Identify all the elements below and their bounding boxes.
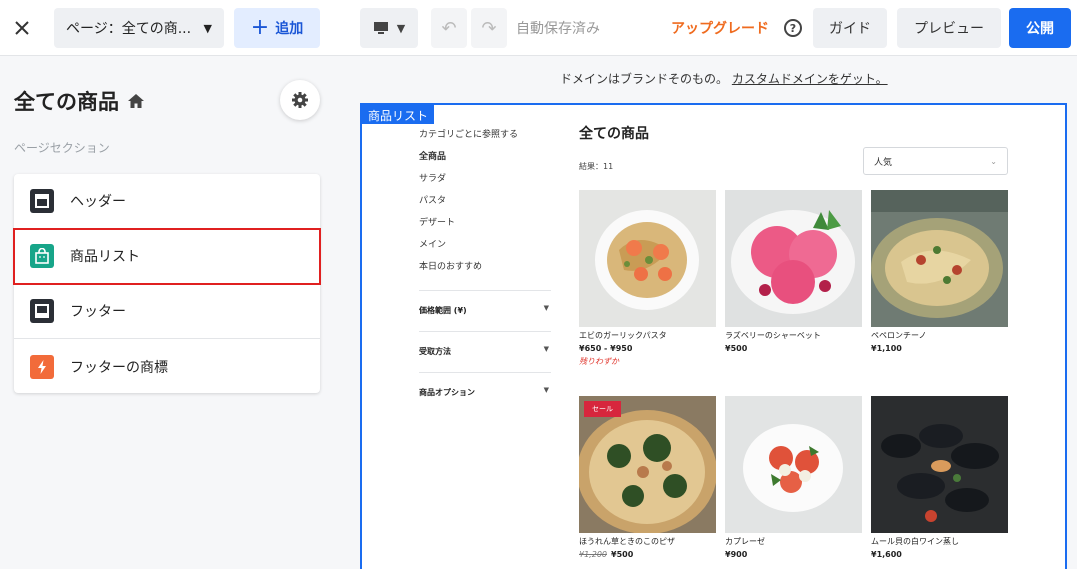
footer-icon — [30, 299, 54, 323]
help-button[interactable]: ? — [780, 8, 806, 48]
section-tag: 商品リスト — [362, 105, 435, 124]
lightning-icon — [30, 354, 54, 379]
section-item-label: フッター — [70, 304, 126, 320]
category-heading: カテゴリごとに参照する — [419, 130, 519, 140]
domain-note-text: ドメインはブランドそのもの。 — [560, 72, 729, 86]
product-image[interactable] — [871, 190, 1008, 327]
header-icon — [30, 189, 54, 213]
product-price: ¥900 — [725, 550, 748, 559]
caret-down-icon: ▼ — [203, 21, 212, 35]
caret-down-icon: ▼ — [543, 386, 549, 394]
home-icon — [128, 94, 144, 108]
preview-button[interactable]: プレビュー — [897, 8, 1001, 48]
product-image[interactable] — [871, 396, 1008, 533]
product-price: ¥1,200 ¥500 — [579, 550, 633, 559]
page-selector[interactable]: ページ：全ての商... ▼ — [54, 8, 224, 48]
device-toggle[interactable]: ▼ — [360, 8, 418, 48]
shop-bag-icon — [30, 244, 54, 268]
product-price: ¥650 - ¥950 — [579, 344, 633, 353]
domain-note: ドメインはブランドそのもの。 カスタムドメインをゲット。 — [560, 70, 888, 87]
filter-label: 受取方法 — [419, 347, 451, 356]
product-list-preview[interactable]: 商品リスト カテゴリごとに参照する 全商品 サラダ パスタ デザート メイン 本… — [360, 103, 1067, 569]
product-image[interactable] — [725, 190, 862, 327]
guide-button[interactable]: ガイド — [813, 8, 887, 48]
category-item[interactable]: デザート — [419, 215, 455, 228]
filter-product-options[interactable]: 商品オプション ▼ — [419, 372, 551, 412]
product-name: ほうれん草ときのこのピザ — [579, 537, 675, 546]
sections-label: ページセクション — [14, 141, 110, 155]
page-selector-label: ページ：全ての商... — [66, 21, 192, 37]
original-price: ¥1,200 — [579, 550, 607, 559]
stock-note: 残りわずか — [579, 357, 619, 366]
section-item-footer-trademark[interactable]: フッターの商標 — [14, 339, 320, 394]
page-title-text: 全ての商品 — [14, 90, 119, 114]
redo-button[interactable]: ↷ — [471, 8, 507, 48]
autosave-status: 自動保存済み — [516, 21, 600, 37]
category-item[interactable]: サラダ — [419, 171, 446, 184]
gear-icon — [292, 92, 308, 108]
product-name: エビのガーリックパスタ — [579, 331, 667, 340]
section-item-header[interactable]: ヘッダー — [14, 174, 320, 229]
help-icon: ? — [784, 19, 802, 37]
category-item[interactable]: メイン — [419, 237, 446, 250]
section-item-product-list[interactable]: 商品リスト — [13, 228, 321, 285]
filter-pickup-method[interactable]: 受取方法 ▼ — [419, 331, 551, 371]
caret-down-icon: ▼ — [396, 21, 406, 35]
sale-price: ¥500 — [611, 550, 634, 559]
product-price: ¥1,100 — [871, 344, 902, 353]
caret-down-icon: ▼ — [543, 345, 549, 353]
filter-label: 価格範囲 (¥) — [419, 306, 467, 315]
filter-price-range[interactable]: 価格範囲 (¥) ▼ — [419, 290, 551, 330]
results-count: 結果：11 — [579, 162, 614, 171]
product-name: カプレーゼ — [725, 537, 765, 546]
sort-select[interactable]: 人気 ⌄ — [863, 147, 1008, 175]
add-button[interactable]: + 追加 — [234, 8, 320, 48]
filter-label: 商品オプション — [419, 388, 475, 397]
undo-icon: ↶ — [441, 17, 457, 39]
add-button-label: 追加 — [275, 21, 304, 37]
product-name: ペペロンチーノ — [871, 331, 927, 340]
product-image[interactable] — [725, 396, 862, 533]
page-title: 全ての商品 — [14, 86, 145, 116]
product-name: ムール貝の白ワイン蒸し — [871, 537, 959, 546]
sale-badge: セール — [584, 401, 621, 417]
section-item-label: 商品リスト — [70, 249, 140, 265]
publish-button[interactable]: 公開 — [1009, 8, 1071, 48]
category-item[interactable]: 全商品 — [419, 149, 446, 162]
category-item[interactable]: パスタ — [419, 193, 446, 206]
custom-domain-link[interactable]: カスタムドメインをゲット。 — [732, 72, 888, 86]
section-item-footer[interactable]: フッター — [14, 284, 320, 339]
top-toolbar: ページ：全ての商... ▼ + 追加 ▼ ↶ ↷ 自動保存済み アップグレード … — [0, 0, 1077, 56]
redo-icon: ↷ — [481, 17, 497, 39]
product-price: ¥1,600 — [871, 550, 902, 559]
desktop-icon — [373, 22, 388, 34]
section-list: ヘッダー 商品リスト フッター フッターの商標 — [13, 174, 321, 394]
product-image[interactable] — [579, 190, 716, 327]
section-item-label: ヘッダー — [70, 194, 126, 210]
sort-select-value: 人気 — [874, 157, 893, 168]
product-name: ラズベリーのシャーベット — [725, 331, 821, 340]
upgrade-link[interactable]: アップグレード — [668, 8, 772, 48]
category-item[interactable]: 本日のおすすめ — [419, 259, 482, 272]
undo-button[interactable]: ↶ — [431, 8, 467, 48]
page-settings-button[interactable] — [280, 80, 320, 120]
section-item-label: フッターの商標 — [70, 359, 168, 376]
close-button[interactable] — [6, 8, 38, 48]
product-price: ¥500 — [725, 344, 748, 353]
chevron-down-icon: ⌄ — [990, 156, 997, 166]
product-heading: 全ての商品 — [579, 126, 649, 142]
caret-down-icon: ▼ — [543, 304, 549, 312]
close-icon — [15, 21, 29, 35]
plus-icon: + — [250, 15, 270, 40]
